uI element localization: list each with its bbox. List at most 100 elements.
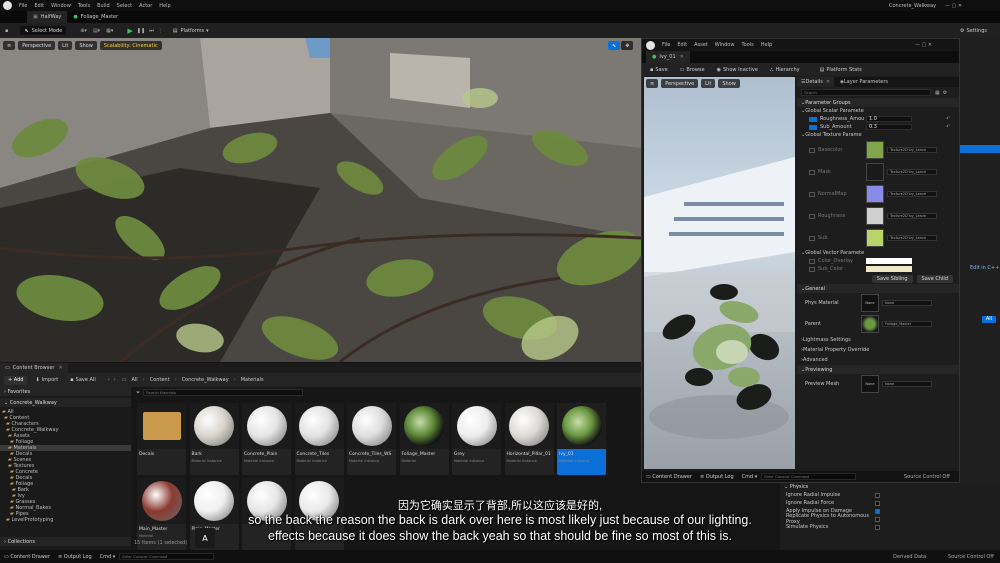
forward-icon[interactable]: › [114, 377, 116, 383]
menu-item-window[interactable]: Window [51, 3, 71, 9]
source-control-button[interactable]: Source Control Off [948, 554, 994, 560]
texture-picker[interactable]: Texture2D'Ivy_Leave [887, 235, 937, 241]
gear-icon[interactable]: ⚙ [943, 90, 947, 96]
import-button[interactable]: ⬇ Import [31, 376, 62, 385]
play-options-icon[interactable]: ⋮ [158, 28, 163, 34]
texture-picker[interactable]: Texture2D'Ivy_Leave [887, 213, 937, 219]
me-toolbar-show-inactive[interactable]: ◉ Show Inactive [713, 65, 762, 74]
asset-tile[interactable]: Bark Material Instance [189, 403, 239, 475]
me-cmd-dropdown[interactable]: Cmd ▾ [742, 474, 758, 480]
override-checkbox[interactable] [809, 235, 815, 241]
phys-material-picker[interactable]: None [882, 300, 932, 306]
asset-tile[interactable]: Horizontal_Pillar_01 Material Instance [504, 403, 554, 475]
details-tab[interactable]: ☰ Details ✕ [797, 77, 835, 87]
previewing-header[interactable]: ⌄ Previewing [797, 365, 959, 374]
lit-button[interactable]: Lit [58, 41, 73, 50]
details-search-input[interactable] [801, 89, 931, 96]
me-menu-item-tools[interactable]: Tools [741, 42, 753, 48]
override-checkbox[interactable] [809, 124, 817, 130]
color-swatch[interactable] [866, 258, 912, 264]
me-console-input[interactable] [761, 473, 857, 480]
breadcrumb-item[interactable]: Concrete_Walkway [182, 377, 229, 383]
menu-item-file[interactable]: File [19, 3, 27, 9]
menu-item-tools[interactable]: Tools [78, 3, 90, 9]
content-drawer-button[interactable]: ▭ Content Drawer [4, 554, 50, 560]
reset-icon[interactable]: ↶ [946, 124, 950, 130]
perspective-button[interactable]: Perspective [18, 41, 56, 50]
save-all-button[interactable]: ▪ Save All [66, 376, 99, 385]
asset-tile[interactable]: Foliage_Master Material [399, 403, 449, 475]
search-materials-input[interactable] [143, 389, 304, 396]
me-content-drawer-button[interactable]: ▭ Content Drawer [646, 474, 692, 480]
menu-item-edit[interactable]: Edit [34, 3, 44, 9]
breadcrumb-item[interactable]: All [131, 377, 137, 383]
close-icon[interactable]: ✕ [58, 365, 62, 371]
tab-halfway[interactable]: ▣ HalfWay [27, 11, 68, 23]
texture-picker[interactable]: Texture2D'Ivy_Leave [887, 147, 937, 153]
asset-tile[interactable]: Concrete_Tiles Material Instance [294, 403, 344, 475]
me-toolbar-save[interactable]: ▪ Save [646, 65, 672, 74]
content-browser-tab[interactable]: ▭ Content Browser ✕ [0, 363, 68, 373]
preview-mesh-picker[interactable]: None [882, 381, 932, 387]
collapsed-section[interactable]: › Material Property Override [797, 345, 959, 355]
global-texture-header[interactable]: ⌄ Global Texture Parame [797, 131, 959, 139]
select-mode-dropdown[interactable]: ⬉ Select Mode [20, 26, 67, 35]
collapsed-section[interactable]: › Advanced [797, 355, 959, 365]
asset-tile[interactable]: Ivy_01 Material Instance [557, 403, 606, 475]
me-source-control-button[interactable]: Source Control Off [904, 474, 950, 480]
asset-tile[interactable]: Grey Material Instance [452, 403, 501, 475]
tab-ivy-01[interactable]: ● Ivy_01 ✕ [646, 51, 690, 63]
global-scalar-header[interactable]: ⌄ Global Scalar Paramete [797, 107, 959, 115]
preview-perspective-button[interactable]: Perspective [661, 79, 699, 88]
parameter-groups-header[interactable]: ⌄ Parameter Groups [797, 98, 959, 107]
override-checkbox[interactable] [809, 213, 815, 219]
unreal-logo-icon[interactable] [3, 1, 12, 10]
texture-thumb[interactable] [866, 141, 884, 159]
me-output-log-button[interactable]: ≡ Output Log [700, 474, 734, 480]
me-menu-item-window[interactable]: Window [715, 42, 735, 48]
global-vector-header[interactable]: ⌄ Global Vector Paramete [797, 249, 959, 257]
texture-thumb[interactable] [866, 229, 884, 247]
me-menu-item-edit[interactable]: Edit [677, 42, 687, 48]
override-checkbox[interactable] [809, 169, 815, 175]
window-controls[interactable]: — ▢ ✕ [915, 42, 932, 48]
preview-options-button[interactable]: ≡ [646, 79, 659, 88]
cmd-dropdown[interactable]: Cmd ▾ [100, 554, 116, 560]
edit-in-cpp-link[interactable]: Edit in C++ [970, 265, 999, 271]
me-toolbar-platform-stats[interactable]: ▤ Platform Stats [816, 65, 866, 74]
back-icon[interactable]: ‹ [108, 377, 110, 383]
menu-item-help[interactable]: Help [159, 3, 170, 9]
blueprint-icon[interactable]: ▤▾ [93, 28, 100, 34]
level-viewport[interactable]: ≡ Perspective Lit Show Scalability: Cine… [0, 38, 641, 362]
skip-icon[interactable]: ⏭ [149, 28, 154, 34]
breadcrumb-item[interactable]: Materials [241, 377, 264, 383]
menu-item-build[interactable]: Build [97, 3, 110, 9]
texture-picker[interactable]: Texture2D'Ivy_Leave [887, 169, 937, 175]
platforms-dropdown[interactable]: ▤ Platforms ▾ [169, 26, 213, 35]
scalar-value-input[interactable]: 1.0 [866, 116, 912, 122]
menu-item-actor[interactable]: Actor [139, 3, 152, 9]
me-menu-item-help[interactable]: Help [761, 42, 772, 48]
save-sibling-button[interactable]: Save Sibling [871, 274, 913, 283]
preview-show-button[interactable]: Show [718, 79, 740, 88]
tab-foliage-master[interactable]: ● Foliage_Master [67, 11, 124, 23]
scalar-value-input[interactable]: 0.3 [866, 124, 912, 130]
move-tool-icon[interactable]: ✥ [621, 41, 634, 50]
parent-picker[interactable]: Foliage_Master [882, 321, 932, 327]
settings-button[interactable]: ⚙ Settings [956, 26, 991, 35]
output-log-button[interactable]: ≡ Output Log [58, 554, 92, 560]
preview-lit-button[interactable]: Lit [701, 79, 716, 88]
override-checkbox[interactable] [809, 116, 817, 122]
scalability-warning[interactable]: Scalability: Cinematic [99, 41, 162, 50]
add-button[interactable]: + Add [4, 375, 28, 385]
close-icon[interactable]: ✕ [826, 79, 830, 85]
me-menu-item-asset[interactable]: Asset [694, 42, 708, 48]
save-icon[interactable]: ▪ [5, 28, 8, 34]
texture-thumb[interactable] [866, 207, 884, 225]
derived-data-button[interactable]: Derived Data [893, 554, 926, 560]
all-filter-button[interactable]: All [982, 316, 996, 323]
collapsed-section[interactable]: › Lightmass Settings [797, 335, 959, 345]
selected-outliner-row[interactable] [960, 145, 1000, 153]
show-button[interactable]: Show [75, 41, 97, 50]
layer-parameters-tab[interactable]: ◈ Layer Parameters [834, 77, 894, 87]
